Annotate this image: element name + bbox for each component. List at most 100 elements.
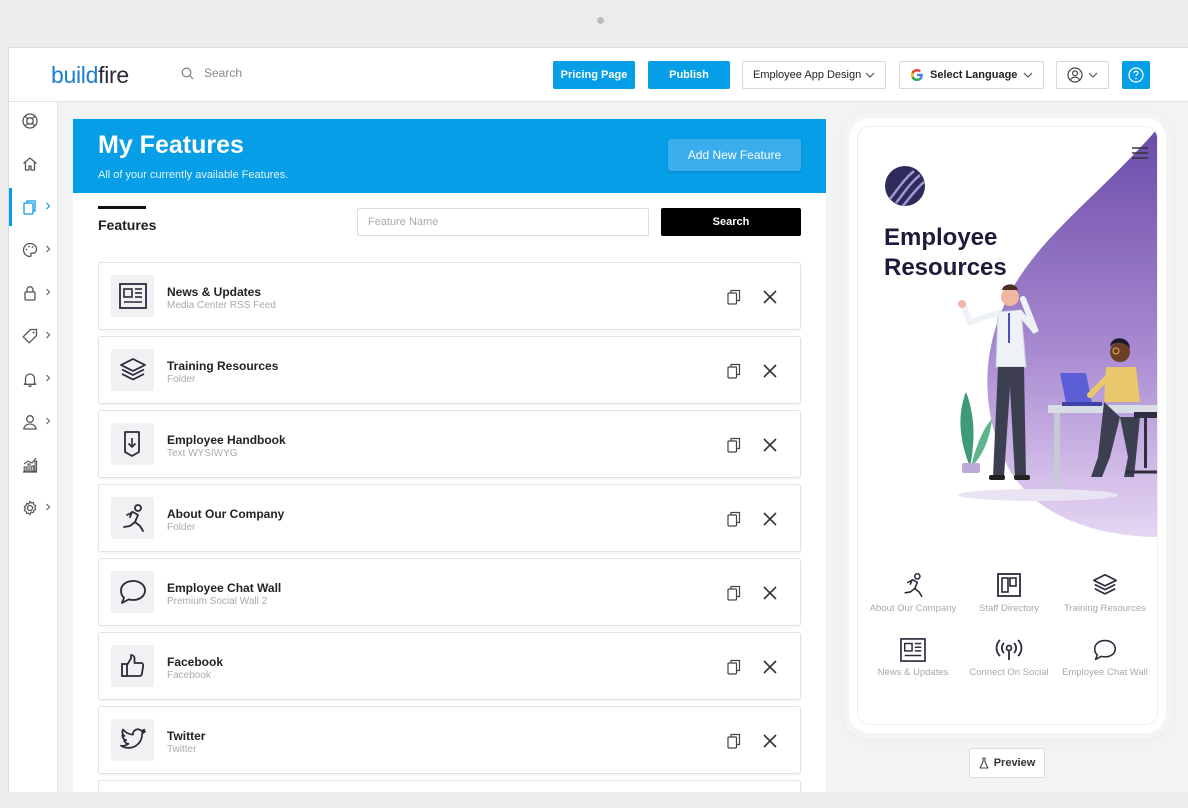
phone-preview: Employee Resources About Our Company Sta… [849,118,1166,733]
close-icon[interactable] [763,290,777,304]
news-icon [118,283,147,309]
handbook-icon [123,431,140,457]
feature-name: Training Resources [167,359,279,373]
feature-type: Media Center RSS Feed [167,300,276,311]
feature-name: About Our Company [167,507,285,521]
twitter-icon [119,728,146,749]
feature-row[interactable]: Employee Handbook Text WYSIWYG [98,410,801,478]
broadcast-icon [995,639,1023,660]
sidebar-item-settings[interactable] [9,489,58,527]
copy-icon[interactable] [727,437,741,453]
sidebar-item-features[interactable] [9,188,58,226]
chevron-right-icon [46,374,51,382]
copy-icon[interactable] [727,585,741,601]
feature-type: Facebook [167,670,211,681]
close-icon[interactable] [763,734,777,748]
layers-icon [119,358,146,381]
feature-type: Folder [167,522,196,533]
copy-icon[interactable] [727,289,741,305]
feature-row[interactable]: About Our Company Folder [98,484,801,552]
publish-button[interactable]: Publish [648,61,730,89]
flask-icon [979,757,989,769]
phone-grid-item[interactable]: About Our Company [863,572,963,614]
chat-icon [1093,639,1117,661]
device-frame [0,0,1188,48]
sidebar-item-analytics[interactable] [9,446,58,484]
features-tab-indicator [98,206,146,209]
feature-name: News & Updates [167,285,262,299]
chevron-right-icon [46,202,51,210]
home-icon [23,157,37,171]
sidebar-item-users[interactable] [9,403,58,441]
sidebar-item-notifications[interactable] [9,360,58,398]
feature-row[interactable]: Training Resources Folder [98,336,801,404]
feature-type: Premium Social Wall 2 [167,596,268,607]
user-icon [23,415,37,430]
feature-row[interactable]: Facebook Facebook [98,632,801,700]
add-new-feature-button[interactable]: Add New Feature [668,139,801,171]
phone-grid-label: Connect On Social [969,667,1049,678]
sidebar-item-design[interactable] [9,231,58,269]
phone-grid-label: Training Resources [1063,603,1147,614]
help-icon [1128,67,1144,83]
sidebar-item-home[interactable] [9,145,58,183]
phone-grid-label: News & Updates [877,667,949,678]
hamburger-menu-icon[interactable] [1132,146,1148,159]
feature-row[interactable]: News & Updates Media Center RSS Feed [98,262,801,330]
google-icon [911,69,923,81]
panel-header: My Features All of your currently availa… [73,119,826,193]
close-icon[interactable] [763,512,777,526]
copy-icon[interactable] [727,363,741,379]
copy-icon[interactable] [727,511,741,527]
close-icon[interactable] [763,660,777,674]
sidebar-item-security[interactable] [9,274,58,312]
chevron-down-icon [1088,72,1098,78]
feature-row[interactable]: Twitter Twitter [98,706,801,774]
feature-row[interactable]: Employee Chat Wall Premium Social Wall 2 [98,558,801,626]
app-select-dropdown[interactable]: Employee App Design [742,61,886,89]
phone-grid-item[interactable]: News & Updates [863,638,963,678]
chevron-right-icon [46,503,51,511]
sidebar-item-monetize[interactable] [9,317,58,355]
close-icon[interactable] [763,586,777,600]
language-label: Select Language [930,69,1018,81]
phone-grid-item[interactable]: Employee Chat Wall [1055,638,1155,678]
help-button[interactable] [1122,61,1150,89]
preview-button[interactable]: Preview [969,748,1045,778]
logo-text-fire: fire [98,62,129,88]
search-label: Search [204,66,243,80]
feature-search-button[interactable]: Search [661,208,801,236]
feature-name: Employee Handbook [167,433,286,447]
feature-type: Twitter [167,744,197,755]
feature-icon-box [111,719,154,761]
pricing-page-button[interactable]: Pricing Page [553,61,635,89]
close-icon[interactable] [763,438,777,452]
lifebuoy-icon [22,113,38,129]
app-window: buildfire Search Pricing Page Publish Em… [8,47,1188,792]
phone-grid-item[interactable]: Training Resources [1055,572,1155,614]
features-heading[interactable]: Features [98,217,156,233]
feature-type: Folder [167,374,196,385]
sidebar-item-support[interactable] [9,102,58,140]
phone-grid-item[interactable]: Connect On Social [959,638,1059,678]
feature-icon-box [111,349,154,391]
feature-icon-box [111,497,154,539]
phone-title: Employee Resources [884,223,1007,283]
chevron-right-icon [46,417,51,425]
page-subtitle: All of your currently available Features… [98,169,289,181]
feature-row-partial[interactable] [98,780,801,792]
global-search[interactable]: Search [181,66,242,80]
copy-icon[interactable] [727,659,741,675]
phone-screen: Employee Resources About Our Company Sta… [857,126,1158,725]
phone-grid-item[interactable]: Staff Directory [959,572,1059,614]
feature-name-input[interactable] [357,208,649,236]
close-icon[interactable] [763,364,777,378]
copy-icon[interactable] [727,733,741,749]
account-dropdown[interactable] [1056,61,1109,89]
language-select-dropdown[interactable]: Select Language [899,61,1044,89]
buildfire-logo[interactable]: buildfire [51,62,129,89]
phone-grid-label: Staff Directory [978,603,1039,614]
runner-icon [122,504,144,532]
phone-grid-label: About Our Company [869,603,957,614]
bell-icon [23,373,37,388]
